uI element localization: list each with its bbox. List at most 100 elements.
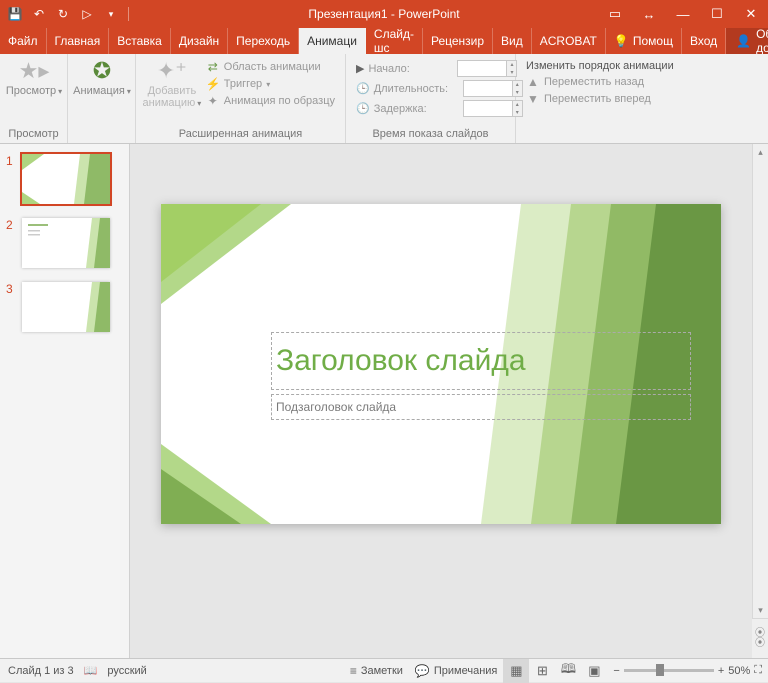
zoom-out-icon[interactable]: − [613,665,619,677]
vertical-scrollbar[interactable]: ▴ ▾ [752,144,768,618]
zoom-value[interactable]: 50% [728,665,750,677]
notes-button[interactable]: ≡ Заметки [344,659,409,683]
zoom-slider[interactable] [624,669,714,672]
spellcheck-icon[interactable]: 📖 [84,664,98,677]
notes-icon: ≡ [350,664,357,678]
duration-input[interactable] [463,80,513,97]
scroll-up-icon[interactable]: ▴ [753,144,768,160]
notes-label: Заметки [361,665,403,677]
reorder-heading: Изменить порядок анимации [526,60,674,72]
delay-label: Задержка: [374,103,459,115]
start-label: Начало: [368,63,453,75]
scroll-down-icon[interactable]: ▾ [753,602,768,618]
language-label[interactable]: русский [107,665,146,677]
animation-gallery-button[interactable]: ✪ Анимация [74,58,130,100]
tab-review[interactable]: Рецензир [423,28,493,54]
slide-canvas-area[interactable]: Заголовок слайда Подзаголовок слайда [130,144,752,658]
zoom-thumb[interactable] [656,664,664,676]
down-arrow-icon: ▼ [526,92,540,106]
title-text: Заголовок слайда [272,344,526,378]
tab-animations[interactable]: Анимаци [299,28,366,54]
zoom-controls: − + 50% ⛶ [607,664,768,677]
thumbnail-2[interactable] [22,218,110,268]
play-icon: ▶ [356,62,364,75]
normal-view-icon[interactable]: ▦ [503,659,529,683]
slide-counter[interactable]: Слайд 1 из 3 [8,665,74,677]
subtitle-placeholder[interactable]: Подзаголовок слайда [271,394,691,420]
preview-label: Просмотр [6,85,62,98]
add-animation-button[interactable]: ✦⁺ Добавить анимацию [142,58,202,112]
brush-icon: ✦ [206,94,220,108]
main-area: 1 2 3 [0,144,768,658]
tab-home[interactable]: Главная [47,28,110,54]
animation-painter-button[interactable]: ✦ Анимация по образцу [206,94,335,108]
slideshow-view-icon[interactable]: ▣ [581,659,607,683]
next-slide-icon[interactable]: ⦿ [755,639,765,649]
tab-insert[interactable]: Вставка [109,28,171,54]
zoom-in-icon[interactable]: + [718,665,724,677]
add-animation-label: Добавить анимацию [143,85,202,110]
tab-tell-label: Помощ [633,34,673,48]
thumbnail-3[interactable] [22,282,110,332]
slide-thumbnails: 1 2 3 [0,144,130,658]
title-placeholder[interactable]: Заголовок слайда [271,332,691,390]
thumbnail-1[interactable] [22,154,110,204]
pane-icon: ⇄ [206,60,220,74]
slide-sorter-icon[interactable]: ⊞ [529,659,555,683]
tab-transitions[interactable]: Переходь [228,28,299,54]
thumb-number-1: 1 [6,154,16,204]
start-from-beginning-icon[interactable]: ▷ [78,5,96,23]
separator [128,7,129,21]
undo-icon[interactable]: ↶ [30,5,48,23]
comments-button[interactable]: 💬Примечания [409,659,503,683]
nav-buttons: ⦿ ⦿ [752,618,768,658]
preview-button[interactable]: ★▸ Просмотр [6,58,62,100]
thumbnail-row[interactable]: 1 [6,154,123,204]
move-later-button[interactable]: ▼ Переместить вперед [526,92,674,106]
prev-slide-icon[interactable]: ⦿ [755,629,765,639]
trigger-button[interactable]: ⚡Триггер▾ [206,77,335,91]
delay-input[interactable] [463,100,513,117]
animation-pane-button[interactable]: ⇄ Область анимации [206,60,335,74]
move-later-label: Переместить вперед [544,93,651,105]
slide-canvas[interactable]: Заголовок слайда Подзаголовок слайда [161,204,721,524]
move-earlier-button[interactable]: ▲Переместить назад [526,75,674,89]
duration-label: Длительность: [374,83,459,95]
redo-icon[interactable]: ↻ [54,5,72,23]
reading-view-icon[interactable]: 🕮 [555,659,581,683]
tab-view[interactable]: Вид [493,28,532,54]
close-button[interactable]: ✕ [734,0,768,28]
animation-pane-label: Область анимации [224,61,321,73]
window-controls: ▭ ↔ — ☐ ✕ [598,0,768,28]
lightning-icon: ⚡ [206,77,220,91]
tab-signin[interactable]: Вход [682,28,726,54]
share-button[interactable]: 👤Общий доступ [726,28,768,54]
minimize-button[interactable]: — [666,0,700,28]
ribbon-tabs: Файл Главная Вставка Дизайн Переходь Ани… [0,28,768,54]
thumbnail-row[interactable]: 2 [6,218,123,268]
animation-icon: ✪ [93,60,111,82]
qat-customize-icon[interactable]: ▾ [102,5,120,23]
title-bar: 💾 ↶ ↻ ▷ ▾ Презентация1 - PowerPoint ▭ ↔ … [0,0,768,28]
thumbnail-row[interactable]: 3 [6,282,123,332]
share-label: Общий доступ [756,27,768,55]
tab-slideshow[interactable]: Слайд-шс [366,28,423,54]
fit-to-window-icon[interactable]: ⛶ [754,664,762,677]
start-input[interactable] [457,60,507,77]
thumb-number-2: 2 [6,218,16,268]
painter-label: Анимация по образцу [224,95,335,107]
maximize-button[interactable]: ☐ [700,0,734,28]
comments-label: Примечания [434,665,498,677]
thumb-number-3: 3 [6,282,16,332]
tab-tell-me[interactable]: 💡 Помощ [606,28,682,54]
move-earlier-label: Переместить назад [544,76,644,88]
group-advanced-label: Расширенная анимация [136,128,345,143]
tab-file[interactable]: Файл [0,28,47,54]
ribbon-options-icon[interactable]: ▭ [598,0,632,28]
save-icon[interactable]: 💾 [6,5,24,23]
tab-design[interactable]: Дизайн [171,28,228,54]
tab-acrobat[interactable]: ACROBAT [532,28,606,54]
add-star-icon: ✦⁺ [157,60,187,82]
touch-mode-icon[interactable]: ↔ [632,0,666,28]
lightbulb-icon: 💡 [614,34,629,48]
